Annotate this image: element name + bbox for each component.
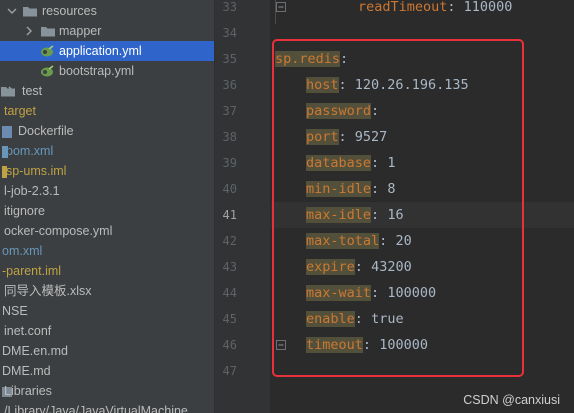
folder-icon: [22, 1, 38, 23]
tree-item[interactable]: DME.en.md: [0, 341, 214, 361]
tree-item[interactable]: pom.xml: [0, 141, 214, 161]
indent-guide: [275, 0, 276, 24]
watermark: CSDN @canxiusi: [463, 393, 560, 407]
tree-item-label: mapper: [59, 24, 102, 38]
tree-item-label: Dockerfile: [18, 124, 74, 138]
tree-item[interactable]: ocker-compose.yml: [0, 221, 214, 241]
tree-item-label: DME.en.md: [2, 344, 68, 358]
tree-item[interactable]: itignore: [0, 201, 214, 221]
line-number: 36: [222, 78, 237, 92]
tree-item[interactable]: DME.md: [0, 361, 214, 381]
line-number: 38: [222, 130, 237, 144]
tree-item[interactable]: Libraries: [0, 381, 214, 401]
tree-item[interactable]: l-job-2.3.1: [0, 181, 214, 201]
tree-item[interactable]: /Library/Java/JavaVirtualMachine: [0, 401, 214, 413]
tree-item-label: 同导入模板.xlsx: [4, 284, 92, 298]
line-number: 42: [222, 234, 237, 248]
line-number: 46: [222, 338, 237, 352]
tree-item-label: DME.md: [2, 364, 51, 378]
annotation-box: [272, 39, 524, 377]
line-number: 40: [222, 182, 237, 196]
tree-item[interactable]: bootstrap.yml: [0, 61, 214, 81]
tree-item-label: application.yml: [59, 44, 142, 58]
code-line: readTimeout: 110000: [358, 0, 512, 20]
line-number: 39: [222, 156, 237, 170]
line-number: 47: [222, 364, 237, 378]
tree-item[interactable]: resources: [0, 1, 214, 21]
tree-item-label: resources: [42, 4, 97, 18]
tree-item[interactable]: sp-ums.iml: [0, 161, 214, 181]
line-number: 35: [222, 52, 237, 66]
tree-item[interactable]: Dockerfile: [0, 121, 214, 141]
tree-item-label: test: [22, 84, 43, 98]
folder-icon: [40, 21, 56, 43]
tree-item-label: pom.xml: [6, 144, 54, 158]
project-tree: resources mapper application.yml bootstrap.…: [0, 0, 215, 413]
line-number: 37: [222, 104, 237, 118]
line-number: 43: [222, 260, 237, 274]
folder-icon: [0, 81, 16, 103]
tree-item[interactable]: -parent.iml: [0, 261, 214, 281]
tree-item-label: Libraries: [4, 384, 52, 398]
file-icon: [0, 121, 14, 143]
line-number: 33: [222, 0, 237, 14]
tree-item-label: itignore: [4, 204, 45, 218]
tree-item-label: bootstrap.yml: [59, 64, 135, 78]
tree-item-label: target: [4, 104, 36, 118]
tree-item[interactable]: target: [0, 101, 214, 121]
line-number: 44: [222, 286, 237, 300]
tree-item-label: /Library/Java/JavaVirtualMachine: [4, 404, 188, 413]
tree-item-label: inet.conf: [4, 324, 52, 338]
tree-item[interactable]: test: [0, 81, 214, 101]
line-number: 34: [222, 26, 237, 40]
tree-item-label: -parent.iml: [2, 264, 62, 278]
fold-marker-icon[interactable]: [276, 2, 286, 12]
tree-item[interactable]: mapper: [0, 21, 214, 41]
yaml-key: readTimeout: [358, 0, 448, 15]
line-number: 41: [222, 208, 237, 222]
yaml-value: 110000: [463, 0, 513, 15]
tree-item[interactable]: NSE: [0, 301, 214, 321]
tree-item-label: NSE: [2, 304, 28, 318]
tree-item-label: ocker-compose.yml: [4, 224, 113, 238]
yaml-file-icon: [40, 61, 56, 83]
tree-item[interactable]: om.xml: [0, 241, 214, 261]
tree-item[interactable]: application.yml: [0, 41, 214, 61]
tree-item[interactable]: inet.conf: [0, 321, 214, 341]
yaml-file-icon: [40, 41, 56, 63]
yaml-separator: :: [447, 0, 464, 15]
line-number: 45: [222, 312, 237, 326]
tree-item[interactable]: 同导入模板.xlsx: [0, 281, 214, 301]
tree-item-label: l-job-2.3.1: [4, 184, 60, 198]
tree-item-label: sp-ums.iml: [6, 164, 67, 178]
tree-item-label: om.xml: [2, 244, 43, 258]
